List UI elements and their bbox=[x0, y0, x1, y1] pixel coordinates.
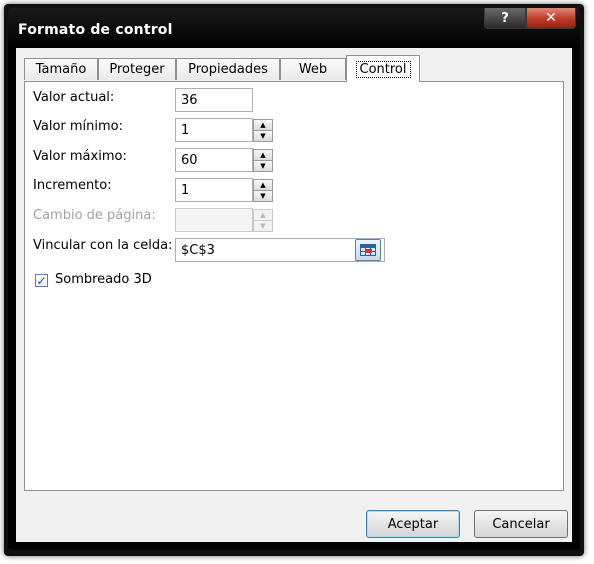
tab-panel-control: Valor actual: 36 Valor mínimo: 1 ▲ ▼ Val… bbox=[24, 81, 564, 491]
caption-buttons: ? ✕ bbox=[484, 8, 576, 29]
tab-label: Tamaño bbox=[35, 62, 87, 77]
dialog-client-area: Tamaño Proteger Propiedades Web Control … bbox=[16, 48, 572, 542]
valor-actual-input[interactable]: 36 bbox=[175, 88, 253, 112]
cell-reference-button[interactable] bbox=[355, 239, 381, 261]
close-button[interactable]: ✕ bbox=[526, 8, 576, 29]
tab-tamano[interactable]: Tamaño bbox=[24, 58, 98, 80]
sombreado-3d-label: Sombreado 3D bbox=[55, 272, 152, 287]
valor-minimo-label: Valor mínimo: bbox=[33, 119, 124, 134]
cancelar-button[interactable]: Cancelar bbox=[474, 510, 568, 538]
dialog-window: Formato de control ? ✕ Tamaño Proteger P… bbox=[8, 8, 580, 550]
sombreado-3d-checkbox[interactable]: ✓ bbox=[35, 274, 48, 287]
tab-label: Propiedades bbox=[188, 62, 268, 77]
vincular-celda-input[interactable]: $C$3 bbox=[175, 238, 385, 262]
spin-down-icon: ▼ bbox=[253, 220, 273, 232]
spin-down-icon[interactable]: ▼ bbox=[253, 190, 273, 202]
cell-reference-marker bbox=[366, 249, 372, 253]
cambio-pagina-input bbox=[175, 208, 253, 232]
tab-propiedades[interactable]: Propiedades bbox=[176, 58, 280, 80]
spin-down-icon[interactable]: ▼ bbox=[253, 160, 273, 172]
aceptar-button[interactable]: Aceptar bbox=[366, 510, 460, 538]
tab-proteger[interactable]: Proteger bbox=[98, 58, 176, 80]
spin-down-icon[interactable]: ▼ bbox=[253, 130, 273, 142]
tab-control[interactable]: Control bbox=[346, 55, 420, 82]
valor-maximo-input[interactable]: 60 bbox=[175, 148, 253, 172]
valor-actual-label: Valor actual: bbox=[33, 90, 115, 105]
valor-maximo-spinner: ▲ ▼ bbox=[253, 149, 273, 172]
title-bar[interactable]: Formato de control ? ✕ bbox=[8, 8, 580, 48]
incremento-input[interactable]: 1 bbox=[175, 178, 253, 202]
valor-minimo-spinner: ▲ ▼ bbox=[253, 119, 273, 142]
window-title: Formato de control bbox=[18, 22, 173, 38]
cambio-pagina-spinner: ▲ ▼ bbox=[253, 209, 273, 232]
incremento-label: Incremento: bbox=[33, 178, 112, 193]
tab-label: Web bbox=[298, 62, 328, 77]
tab-label: Control bbox=[355, 60, 411, 78]
cambio-pagina-label: Cambio de página: bbox=[33, 208, 156, 223]
valor-minimo-input[interactable]: 1 bbox=[175, 118, 253, 142]
valor-maximo-label: Valor máximo: bbox=[33, 149, 127, 164]
incremento-spinner: ▲ ▼ bbox=[253, 179, 273, 202]
help-button[interactable]: ? bbox=[484, 8, 526, 29]
vincular-celda-label: Vincular con la celda: bbox=[33, 238, 173, 253]
tab-label: Proteger bbox=[109, 62, 165, 77]
tab-web[interactable]: Web bbox=[280, 58, 346, 80]
